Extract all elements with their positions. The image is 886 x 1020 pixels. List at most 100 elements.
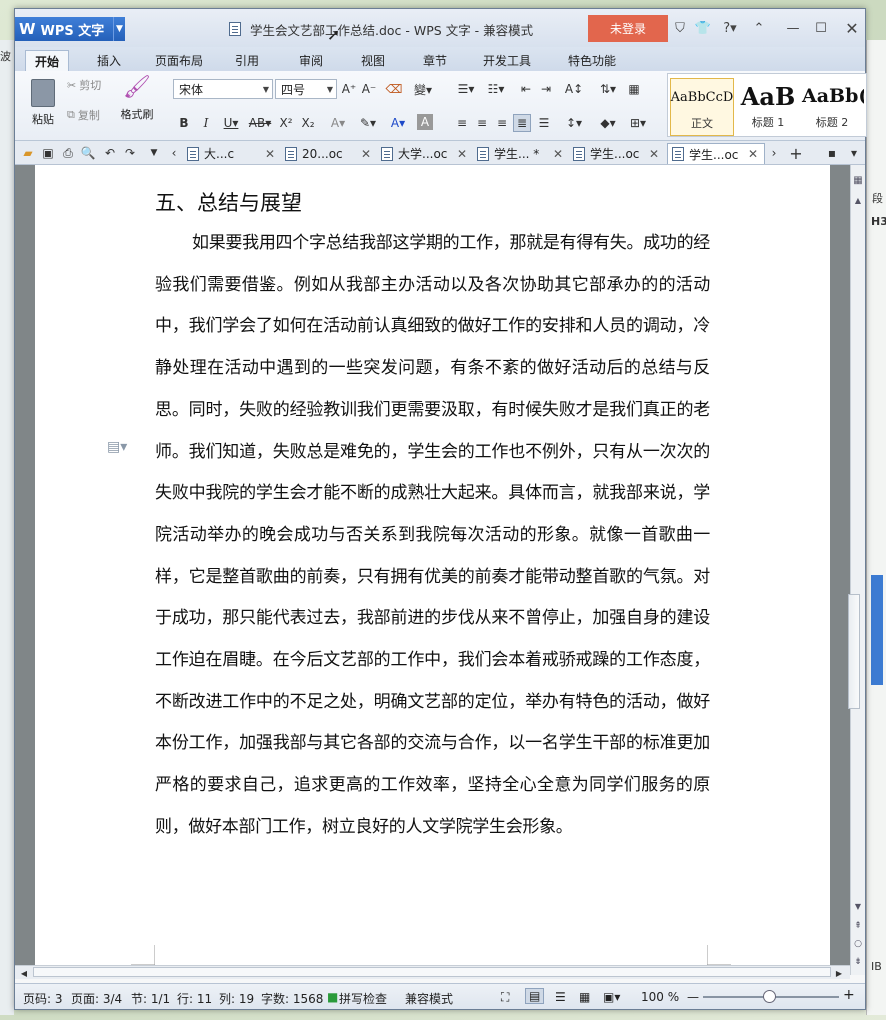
cut-button[interactable]: ✂ 剪切 xyxy=(67,77,101,93)
zoom-slider-thumb[interactable] xyxy=(763,990,776,1003)
doc-tab-active[interactable]: 学生...oc ✕ xyxy=(667,143,765,164)
paste-button[interactable]: 粘贴 xyxy=(23,75,63,135)
status-section[interactable]: 节: 1/1 xyxy=(131,990,170,1007)
table-icon[interactable]: ▦ xyxy=(625,80,643,98)
tab-page-layout[interactable]: 页面布局 xyxy=(147,50,211,71)
tab-list-icon[interactable]: ▪ xyxy=(823,144,841,162)
tab-references[interactable]: 引用 xyxy=(227,50,267,71)
web-view-icon[interactable]: ▦ xyxy=(579,990,590,1004)
underline-icon[interactable]: U▾ xyxy=(219,114,243,132)
doc-tab[interactable]: 学生... * ✕ xyxy=(473,143,569,164)
close-icon[interactable]: ✕ xyxy=(361,147,371,161)
font-color-icon[interactable]: A▾ xyxy=(385,114,411,132)
doc-tab[interactable]: 20...oc ✕ xyxy=(281,143,377,164)
doc-tab[interactable]: 大...c ✕ xyxy=(183,143,281,164)
style-heading-1[interactable]: AaB 标题 1 xyxy=(736,78,800,136)
char-shading-icon[interactable]: A xyxy=(417,114,433,130)
vertical-scrollbar[interactable]: ▦ ▲ ▼ ⇞ ○ ⇟ xyxy=(850,165,865,975)
status-col[interactable]: 列: 19 xyxy=(219,990,254,1007)
font-name-select[interactable]: 宋体 ▼ xyxy=(173,79,273,99)
shrink-font-icon[interactable]: A⁻ xyxy=(360,80,378,98)
horizontal-scroll-thumb[interactable] xyxy=(33,967,831,977)
status-page-number[interactable]: 页码: 3 xyxy=(23,990,63,1007)
chevron-left-icon[interactable]: ‹ xyxy=(165,144,183,162)
tab-special-features[interactable]: 特色功能 xyxy=(551,50,633,71)
save-icon[interactable]: ▣ xyxy=(39,144,57,162)
scroll-left-icon[interactable]: ◀ xyxy=(15,964,33,982)
reading-view-icon[interactable]: ▣▾ xyxy=(603,990,620,1004)
tab-view[interactable]: 视图 xyxy=(353,50,393,71)
scroll-down-icon[interactable]: ▼ xyxy=(849,897,867,915)
print-preview-icon[interactable]: 🔍 xyxy=(79,144,97,162)
close-icon[interactable]: ✕ xyxy=(649,147,659,161)
copy-button[interactable]: ⧉ 复制 xyxy=(67,107,100,123)
char-scale-icon[interactable]: A↕ xyxy=(561,80,587,98)
zoom-out-icon[interactable]: — xyxy=(687,990,699,1004)
font-size-select[interactable]: 四号 ▼ xyxy=(275,79,337,99)
body-paragraph[interactable]: 如果要我用四个字总结我部这学期的工作，那就是有得有失。成功的经验我们需要借鉴。例… xyxy=(155,223,710,849)
document-page[interactable]: 五、总结与展望 ▤▾ 如果要我用四个字总结我部这学期的工作，那就是有得有失。成功… xyxy=(35,165,830,966)
style-normal[interactable]: AaBbCcD 正文 xyxy=(670,78,734,136)
page-view-icon[interactable]: ▤ xyxy=(525,988,545,1004)
close-icon[interactable]: ✕ xyxy=(457,147,467,161)
paragraph-layout-icon[interactable]: ▤▾ xyxy=(107,439,127,455)
browse-object-icon[interactable]: ○ xyxy=(849,935,867,953)
chevron-right-icon[interactable]: › xyxy=(765,144,783,162)
new-tab-icon[interactable]: + xyxy=(787,144,805,163)
format-painter-button[interactable]: 🖌 格式刷 xyxy=(115,75,159,122)
maximize-icon[interactable]: ☐ xyxy=(812,19,830,37)
scroll-right-icon[interactable]: ▶ xyxy=(830,964,848,982)
horizontal-scrollbar[interactable]: ◀ ▶ xyxy=(15,965,850,979)
shirt-icon[interactable]: 👕 xyxy=(694,19,712,37)
status-word-count[interactable]: 字数: 1568 xyxy=(261,990,323,1007)
shading-icon[interactable]: ◆▾ xyxy=(595,114,621,132)
skin-icon[interactable]: ⛉ xyxy=(671,19,689,37)
bullets-icon[interactable]: ☰▾ xyxy=(453,80,479,98)
sort-icon[interactable]: ⇅▾ xyxy=(595,80,621,98)
text-effect-icon[interactable]: A▾ xyxy=(325,114,351,132)
tab-developer[interactable]: 开发工具 xyxy=(475,50,539,71)
grow-font-icon[interactable]: A⁺ xyxy=(340,80,358,98)
login-button[interactable]: 未登录 xyxy=(588,15,668,42)
redo-icon[interactable]: ↷ xyxy=(121,144,139,162)
view-toggle-icon[interactable]: ▦ xyxy=(849,171,867,189)
outline-view-icon[interactable]: ☰ xyxy=(555,990,566,1004)
superscript-icon[interactable]: X² xyxy=(277,114,295,132)
align-right-icon[interactable]: ≡ xyxy=(493,114,511,132)
full-screen-icon[interactable]: ⛶ xyxy=(501,990,509,1005)
highlight-icon[interactable]: ✎▾ xyxy=(355,114,381,132)
status-row[interactable]: 行: 11 xyxy=(177,990,212,1007)
tab-review[interactable]: 审阅 xyxy=(291,50,331,71)
close-icon[interactable]: ✕ xyxy=(843,19,861,38)
app-menu-button[interactable]: W WPS 文字 ▼ xyxy=(15,17,125,41)
tab-sections[interactable]: 章节 xyxy=(415,50,455,71)
strikethrough-icon[interactable]: AB▾ xyxy=(247,114,273,132)
justify-icon[interactable]: ≣ xyxy=(513,114,531,132)
zoom-in-icon[interactable]: + xyxy=(843,987,855,1003)
tab-home[interactable]: 开始 xyxy=(25,50,69,71)
undo-icon[interactable]: ↶ xyxy=(101,144,119,162)
zoom-percent[interactable]: 100 % xyxy=(641,990,679,1004)
scroll-up-icon[interactable]: ▲ xyxy=(849,191,867,209)
close-icon[interactable]: ✕ xyxy=(265,147,275,161)
chevron-down-icon[interactable]: ▼ xyxy=(145,144,163,162)
spell-check-button[interactable]: 拼写检查 xyxy=(339,990,387,1007)
minimize-icon[interactable]: — xyxy=(784,19,802,37)
align-left-icon[interactable]: ≡ xyxy=(453,114,471,132)
doc-tab[interactable]: 大学...oc ✕ xyxy=(377,143,473,164)
next-page-icon[interactable]: ⇟ xyxy=(849,953,867,971)
close-icon[interactable]: ✕ xyxy=(748,147,758,161)
line-spacing-icon[interactable]: ↕▾ xyxy=(561,114,587,132)
status-pages[interactable]: 页面: 3/4 xyxy=(71,990,122,1007)
collapse-ribbon-icon[interactable]: ⌃ xyxy=(750,19,768,37)
doc-tab[interactable]: 学生...oc ✕ xyxy=(569,143,665,164)
chevron-down-icon[interactable]: ▼ xyxy=(113,17,125,41)
decrease-indent-icon[interactable]: ⇤ xyxy=(517,80,535,98)
switch-window-icon[interactable]: ▾ xyxy=(845,144,863,162)
bold-icon[interactable]: B xyxy=(175,114,193,132)
increase-indent-icon[interactable]: ⇥ xyxy=(537,80,555,98)
close-icon[interactable]: ✕ xyxy=(553,147,563,161)
align-center-icon[interactable]: ≡ xyxy=(473,114,491,132)
numbering-icon[interactable]: ☷▾ xyxy=(483,80,509,98)
previous-page-icon[interactable]: ⇞ xyxy=(849,917,867,935)
